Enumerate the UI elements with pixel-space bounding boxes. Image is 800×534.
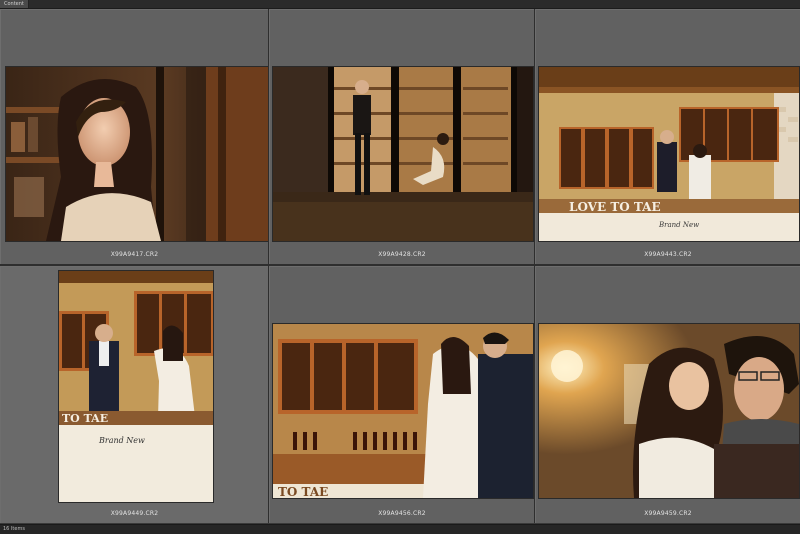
thumbnail-filename: X99A9449.CR2 <box>110 510 159 517</box>
to-tae-sign: TO TAE <box>62 412 108 425</box>
thumbnail-grid: X99A9417.CR2 X99A9428.CR2 LOVE TO TAE Br… <box>0 9 800 523</box>
brand-new-sign: Brand New <box>658 221 699 229</box>
thumbnail-filename: X99A9456.CR2 <box>378 510 426 517</box>
thumbnail-image[interactable] <box>273 67 533 241</box>
thumbnail-cell[interactable]: TO TAE Brand New X99A9449.CR2 <box>0 266 268 523</box>
thumbnail-filename: X99A9428.CR2 <box>378 251 426 258</box>
thumbnail-cell[interactable]: TO TAE X99A9456.CR2 <box>269 266 534 523</box>
thumbnail-filename: X99A9417.CR2 <box>110 251 159 258</box>
thumbnail-cell[interactable]: LOVE TO TAE Brand New X99A9443.CR2 <box>535 9 800 264</box>
thumbnail-image[interactable] <box>539 324 799 498</box>
thumbnail-filename: X99A9443.CR2 <box>644 251 692 258</box>
thumbnail-image[interactable]: TO TAE <box>273 324 533 498</box>
item-count: 16 Items <box>3 526 25 532</box>
thumbnail-cell[interactable]: X99A9459.CR2 <box>535 266 800 523</box>
content-tab[interactable]: Content <box>0 0 29 8</box>
brand-new-sign: Brand New <box>98 436 145 445</box>
to-tae-sign: TO TAE <box>278 485 328 498</box>
thumbnail-cell[interactable]: X99A9428.CR2 <box>269 9 534 264</box>
content-panel-header: Content <box>0 0 800 9</box>
thumbnail-image[interactable]: TO TAE Brand New <box>59 271 213 502</box>
thumbnail-image[interactable]: LOVE TO TAE Brand New <box>539 67 799 241</box>
thumbnail-filename: X99A9459.CR2 <box>644 510 692 517</box>
love-to-tae-sign: LOVE TO TAE <box>569 200 661 214</box>
thumbnail-image[interactable] <box>6 67 268 241</box>
thumbnail-cell[interactable]: X99A9417.CR2 <box>0 9 268 264</box>
